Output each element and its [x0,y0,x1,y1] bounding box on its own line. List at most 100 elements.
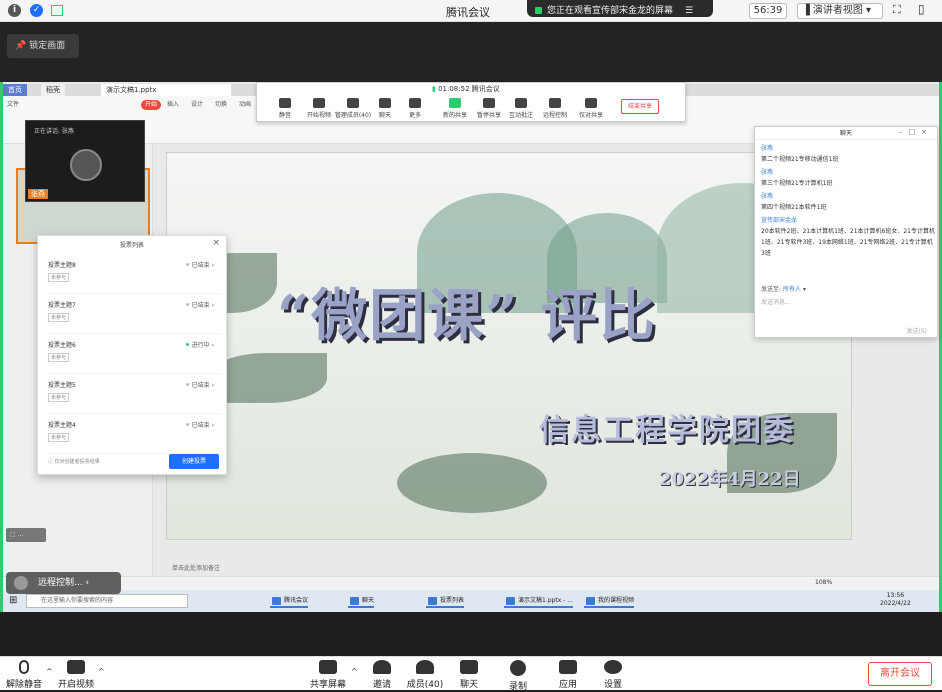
chat-text: 第二个视频21专移动通信1班 [761,156,839,163]
share-screen-button[interactable]: 共享屏幕 [302,660,354,690]
grey-overlay-button[interactable]: ⬚ ... [6,528,46,542]
vote-panel: 投票列表 × 投票主题8 未参与 已结束 › 投票主题7 未参与 已结束 › 投… [37,235,227,475]
window-titlebar: i ✓ 腾讯会议 您正在观看宣传部宋金龙的屏幕 ☰ 56:39 ▐ 演讲者视图 ▾… [0,0,942,22]
send-button[interactable]: 发送(S) [907,326,928,335]
more-icon [409,98,421,108]
menu-design[interactable]: 设计 [191,99,203,108]
annotate-label: 互动批注 [508,112,533,119]
slide-canvas: “微团课” 评比 信息工程学院团委 2022年4月22日 [166,152,852,540]
start-video-label: 开始视频 [306,112,331,119]
chat-sender: 张燕 [761,169,774,176]
vote-item[interactable]: 投票主题6 未参与 进行中 › [48,334,220,374]
slide-title: “微团课” 评比 [277,283,657,349]
status-dot-icon [185,303,189,306]
share-options-icon [585,98,597,108]
layout-icon[interactable]: ▯ [918,2,925,16]
chat-text: 第四个视频21本软件1班 [761,204,827,211]
meeting-bottom-bar: 解除静音 ^ 开启视频 ^ 共享屏幕 ^ 邀请 成员(40) 聊天 录制 应用 … [0,656,942,692]
invite-icon [373,660,391,674]
chat-input[interactable]: 发送消息... [761,297,791,306]
window-controls-icon[interactable]: –□× [899,128,933,136]
info-icon[interactable]: i [8,4,21,17]
chat-sender: 张燕 [761,193,774,200]
record-label: 录制 [508,682,527,692]
tab-home[interactable]: 首页 [3,84,27,96]
tab-document[interactable]: 演示文稿1.pptx [101,84,231,96]
vote-item-title: 投票主题5 [48,382,76,389]
menu-animation[interactable]: 动画 [239,99,251,108]
vote-item-tag: 未参与 [48,313,70,322]
fullscreen-icon[interactable]: ⛶ [893,3,901,17]
taskbar-search[interactable]: 在这里输入你要搜索的内容 [26,594,188,608]
slide-subtitle: 信息工程学院团委 [539,413,795,448]
chat-bottom-button[interactable]: 聊天 [443,660,495,690]
chat-message: 宣传部宋金龙 20本软件2班、21本计算机1班、21本计算机6班女、21专计算机1… [761,215,935,259]
pin-icon: 📌 [15,41,30,51]
lock-view-button[interactable]: 📌 锁定画面 [7,34,79,58]
vote-item-title: 投票主题6 [48,342,76,349]
top-dark-strip [0,22,942,82]
menu-transition[interactable]: 切换 [215,99,227,108]
close-icon[interactable]: × [212,238,220,248]
start-video-bottom-button[interactable]: 开启视频 [50,660,102,690]
record-button[interactable]: 录制 [492,660,544,692]
chat-text: 20本软件2班、21本计算机1班、21本计算机6班女、21专计算机1班、21专软… [761,228,935,257]
remote-pill-label: 远程控制... [38,578,83,588]
info-small-icon: ⓘ [48,459,55,465]
share-options-label: 仅对共享 [578,112,603,119]
more-button[interactable]: 更多 [395,98,435,119]
taskbar-app[interactable]: 聊天 [348,594,375,608]
speaker-video[interactable]: 正在讲话: 张燕 张燕 [25,120,145,202]
create-vote-button[interactable]: 创建投票 [169,454,219,469]
vote-item-title: 投票主题4 [48,422,76,429]
share-options-button[interactable]: 仅对共享 [571,98,611,119]
remote-control-pill[interactable]: 远程控制... ‹ [6,572,121,594]
vote-item-tag: 未参与 [48,433,70,442]
share-screen-label: 共享屏幕 [309,680,346,690]
remote-control-button[interactable]: 远程控制 [535,98,575,119]
pause-icon [483,98,495,108]
view-mode-button[interactable]: ▐ 演讲者视图 ▾ [797,3,883,19]
list-icon[interactable]: ☰ [685,6,693,16]
vote-item[interactable]: 投票主题7 未参与 已结束 › [48,294,220,334]
vote-item-title: 投票主题8 [48,262,76,269]
taskbar-app[interactable]: 腾讯会议 [270,594,309,608]
taskbar-app[interactable]: 投票列表 [426,594,465,608]
apps-icon [559,660,577,674]
signal-icon[interactable] [51,5,63,16]
menu-start[interactable]: 开始 [141,100,161,110]
leave-meeting-button[interactable]: 离开会议 [868,662,932,686]
vote-item-tag: 未参与 [48,393,70,402]
vote-item[interactable]: 投票主题4 未参与 已结束 › [48,414,220,454]
chat-recipient[interactable]: 发送至: 所有人 ▾ [761,284,806,293]
vote-item-status: 进行中 › [185,340,214,349]
zoom-level[interactable]: 108% [815,579,832,586]
unmute-button[interactable]: 解除静音 [0,660,50,690]
taskbar-app[interactable]: 我的课程视频 [584,594,635,608]
vote-item-status-text: 已结束 [191,382,210,389]
remote-control-label: 远程控制 [542,112,567,119]
chat-window: 聊天 –□× 张燕 第二个视频21专移动通信1班 张燕 第三个视频21专计算机1班 … [754,126,938,338]
window-title: 腾讯会议 [446,6,490,19]
menu-file[interactable]: 文件 [7,99,19,108]
shield-icon[interactable]: ✓ [30,4,43,17]
view-icon: ▐ [802,5,813,16]
apps-label: 应用 [558,680,577,690]
settings-button[interactable]: 设置 [587,660,639,690]
share-notice[interactable]: 您正在观看宣传部宋金龙的屏幕 ☰ [527,0,713,17]
vote-item[interactable]: 投票主题5 未参与 已结束 › [48,374,220,414]
chevron-up-icon[interactable]: ^ [98,667,105,676]
tab-daoke[interactable]: 稻壳 [41,84,65,96]
gear-icon [604,660,622,674]
taskbar-clock[interactable]: 13:56 2022/4/22 [880,592,911,608]
end-share-button[interactable]: 结束共享 [621,99,659,114]
vote-item[interactable]: 投票主题8 未参与 已结束 › [48,254,220,294]
taskbar-app[interactable]: 演示文稿1.pptx - ... [504,594,573,608]
windows-start-icon[interactable]: ⊞ [9,595,17,606]
notes-area[interactable]: 单击此处添加备注 [166,563,852,573]
menu-insert[interactable]: 插入 [167,99,179,108]
pen-icon [515,98,527,108]
chat-sender: 张燕 [761,145,774,152]
clock-date: 2022/4/22 [880,600,911,607]
status-dot-icon [185,343,189,346]
